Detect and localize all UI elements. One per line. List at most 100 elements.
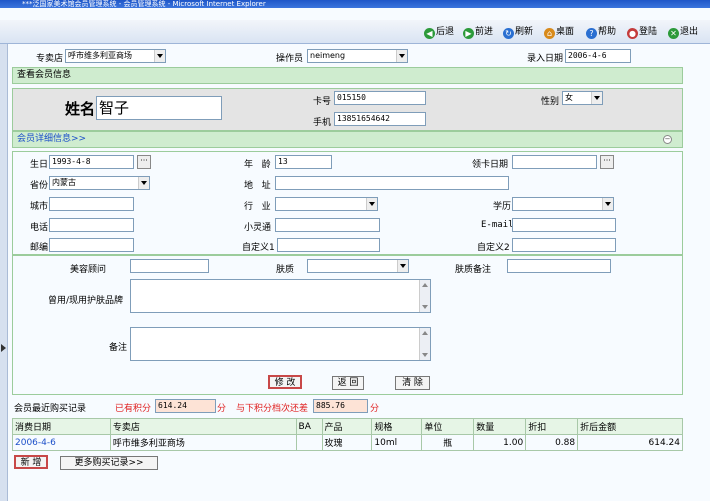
back-form-button[interactable]: 返 回 <box>332 376 364 390</box>
more-records-button[interactable]: 更多购买记录>> <box>60 456 158 470</box>
brand-label: 曾用/现用护肤品牌 <box>48 296 124 306</box>
refresh-button[interactable]: ↻ 刷新 <box>503 24 533 40</box>
address-label: 地 址 <box>244 181 271 191</box>
back-button[interactable]: ◀ 后退 <box>424 24 454 40</box>
next-level-input: 885.76 <box>313 399 368 413</box>
phone-label: 电话 <box>30 223 49 233</box>
forward-icon: ▶ <box>463 28 474 39</box>
points-input: 614.24 <box>155 399 216 413</box>
table-cell: 瓶 <box>421 434 475 451</box>
province-select[interactable]: 内蒙古 <box>49 176 150 190</box>
pas-label: 小灵通 <box>244 223 272 233</box>
name-label: 姓名 <box>65 100 96 118</box>
table-cell: 玫瑰 <box>321 434 373 451</box>
industry-label: 行 业 <box>244 202 271 212</box>
operator-label: 操作员 <box>276 54 304 64</box>
card-date-input[interactable] <box>512 155 597 169</box>
store-select[interactable]: 呼市维多利亚商场 <box>65 49 166 63</box>
industry-select[interactable] <box>275 197 378 211</box>
col-header: 规格 <box>371 418 423 435</box>
exit-icon: ✕ <box>668 28 679 39</box>
custom2-input[interactable] <box>512 238 616 252</box>
chevron-down-icon <box>396 50 407 62</box>
zip-input[interactable] <box>49 238 134 252</box>
age-input[interactable]: 13 <box>275 155 332 169</box>
window-title: ***泛国家美术馆会员管理系统 - 会员管理系统 - Microsoft Int… <box>22 0 266 8</box>
col-header: 单位 <box>421 418 475 435</box>
col-header: 产品 <box>321 418 373 435</box>
help-button[interactable]: ? 帮助 <box>586 24 616 40</box>
clear-button[interactable]: 清 除 <box>395 376 430 390</box>
birthday-label: 生日 <box>30 160 49 170</box>
card-date-label: 领卡日期 <box>472 160 509 170</box>
card-label: 卡号 <box>313 97 332 107</box>
brand-textarea[interactable] <box>130 279 431 313</box>
table-header-row: 消费日期 专卖店 BA 产品 规格 单位 数量 折扣 折后金额 <box>12 418 683 435</box>
toolbar: ◀ 后退 ▶ 前进 ↻ 刷新 ⌂ 桌面 ? 帮助 ● 登陆 ✕ 退出 <box>0 20 710 44</box>
col-header: 专卖店 <box>109 418 297 435</box>
beauty-panel <box>12 255 683 395</box>
email-label: E-mail <box>481 220 514 230</box>
education-select[interactable] <box>512 197 614 211</box>
desktop-button[interactable]: ⌂ 桌面 <box>544 24 574 40</box>
name-input[interactable]: 智子 <box>96 96 222 120</box>
member-detail-header[interactable]: 会员详细信息>> − <box>12 131 683 148</box>
points-unit: 分 <box>217 404 227 414</box>
card-date-picker-button[interactable]: ··· <box>600 155 614 169</box>
remark-label: 备注 <box>109 343 128 353</box>
skin-select[interactable] <box>307 259 409 273</box>
home-icon: ⌂ <box>544 28 555 39</box>
help-icon: ? <box>586 28 597 39</box>
back-icon: ◀ <box>424 28 435 39</box>
left-frame-strip[interactable] <box>0 44 8 501</box>
purchase-date-link[interactable]: 2006-4-6 <box>12 434 111 451</box>
phone-input[interactable] <box>49 218 134 232</box>
login-button[interactable]: ● 登陆 <box>627 24 657 40</box>
skin-note-input[interactable] <box>507 259 611 273</box>
next-level-unit: 分 <box>370 404 380 414</box>
chevron-down-icon <box>154 50 165 62</box>
window-title-bar: ***泛国家美术馆会员管理系统 - 会员管理系统 - Microsoft Int… <box>0 0 710 8</box>
advisor-input[interactable] <box>130 259 209 273</box>
scrollbar[interactable] <box>419 328 430 360</box>
operator-select[interactable]: neimeng <box>307 49 408 63</box>
col-header: 折扣 <box>525 418 579 435</box>
card-input[interactable]: 015150 <box>334 91 426 105</box>
entry-date-input[interactable]: 2006-4-6 <box>565 49 631 63</box>
chevron-down-icon <box>602 198 613 210</box>
table-cell: 10ml <box>371 434 423 451</box>
add-button[interactable]: 新 增 <box>14 455 48 469</box>
custom1-input[interactable] <box>277 238 380 252</box>
chevron-down-icon <box>397 260 408 272</box>
gender-select[interactable]: 女 <box>562 91 603 105</box>
modify-button[interactable]: 修 改 <box>268 375 302 389</box>
refresh-icon: ↻ <box>503 28 514 39</box>
exit-button[interactable]: ✕ 退出 <box>668 24 698 40</box>
education-label: 学历 <box>493 202 512 212</box>
recent-purchases-label: 会员最近购买记录 <box>14 404 87 414</box>
email-input[interactable] <box>512 218 616 232</box>
custom2-label: 自定义2 <box>477 243 510 253</box>
table-cell: 0.88 <box>525 434 579 451</box>
view-member-header: 查看会员信息 <box>12 67 683 84</box>
pas-input[interactable] <box>275 218 380 232</box>
city-input[interactable] <box>49 197 134 211</box>
forward-button[interactable]: ▶ 前进 <box>463 24 493 40</box>
expand-arrow-icon[interactable] <box>1 344 6 352</box>
birthday-picker-button[interactable]: ··· <box>137 155 151 169</box>
zip-label: 邮编 <box>30 243 49 253</box>
mobile-label: 手机 <box>313 118 332 128</box>
col-header: 消费日期 <box>12 418 111 435</box>
remark-textarea[interactable] <box>130 327 431 361</box>
table-row: 2006-4-6 呼市维多利亚商场 玫瑰 10ml 瓶 1.00 0.88 61… <box>12 434 683 451</box>
skin-note-label: 肤质备注 <box>455 265 492 275</box>
advisor-label: 美容顾问 <box>70 265 107 275</box>
login-icon: ● <box>627 28 638 39</box>
age-label: 年 龄 <box>244 160 271 170</box>
mobile-input[interactable]: 13851654642 <box>334 112 426 126</box>
collapse-icon[interactable]: − <box>663 135 672 144</box>
table-cell: 呼市维多利亚商场 <box>109 434 297 451</box>
scrollbar[interactable] <box>419 280 430 312</box>
birthday-input[interactable]: 1993-4-8 <box>49 155 134 169</box>
address-input[interactable] <box>275 176 509 190</box>
